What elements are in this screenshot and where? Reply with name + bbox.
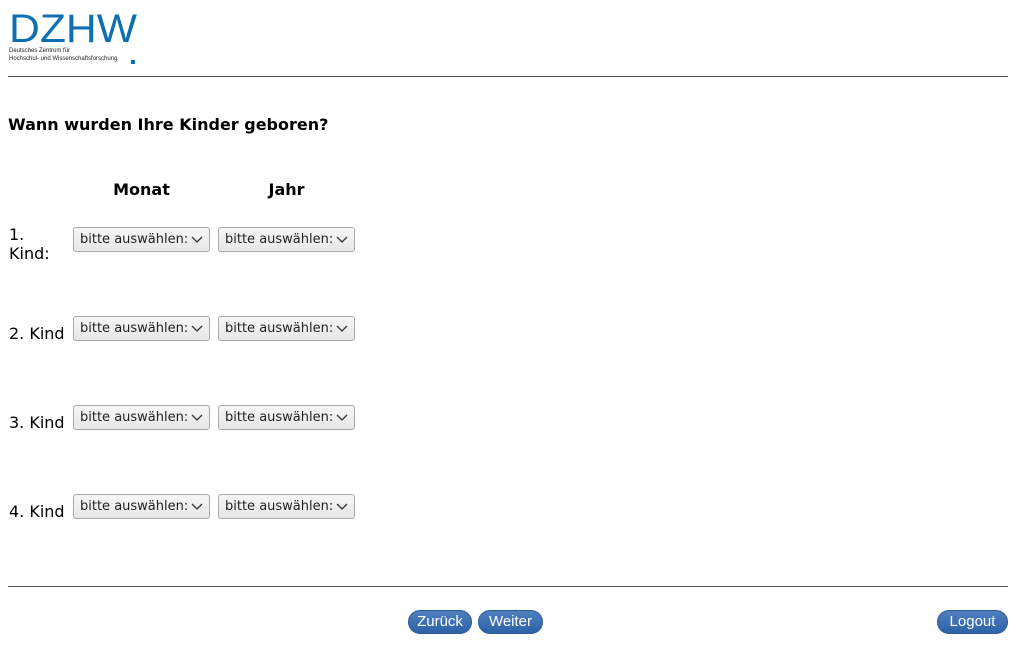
month-select-kind-3[interactable]: bitte auswählen: <box>73 405 210 430</box>
logo-subtitle-line2: Hochschul- und Wissenschaftsforschung <box>9 55 118 62</box>
select-value: bitte auswählen: <box>80 410 189 425</box>
column-header-month: Monat <box>113 180 170 199</box>
chevron-down-icon <box>336 325 348 332</box>
back-button[interactable]: Zurück <box>408 610 472 634</box>
row-label-kind-3: 3. Kind <box>9 413 65 432</box>
dzhw-logo: DZHW Deutsches Zentrum für Hochschul- un… <box>9 10 139 66</box>
chevron-down-icon <box>336 414 348 421</box>
year-select-kind-2[interactable]: bitte auswählen: <box>218 316 355 341</box>
top-divider <box>8 76 1008 77</box>
chevron-down-icon <box>191 236 203 243</box>
select-value: bitte auswählen: <box>225 410 334 425</box>
row-label-kind-1: 1. Kind: <box>9 225 50 263</box>
select-value: bitte auswählen: <box>80 232 189 247</box>
row-label-line2: Kind: <box>9 244 50 263</box>
year-select-kind-1[interactable]: bitte auswählen: <box>218 227 355 252</box>
year-select-kind-3[interactable]: bitte auswählen: <box>218 405 355 430</box>
question-text: Wann wurden Ihre Kinder geboren? <box>8 115 329 134</box>
select-value: bitte auswählen: <box>80 499 189 514</box>
chevron-down-icon <box>336 503 348 510</box>
select-value: bitte auswählen: <box>225 321 334 336</box>
month-select-kind-4[interactable]: bitte auswählen: <box>73 494 210 519</box>
logout-button[interactable]: Logout <box>937 610 1008 634</box>
select-value: bitte auswählen: <box>225 232 334 247</box>
chevron-down-icon <box>336 236 348 243</box>
column-header-year: Jahr <box>268 180 305 199</box>
year-select-kind-4[interactable]: bitte auswählen: <box>218 494 355 519</box>
chevron-down-icon <box>191 325 203 332</box>
svg-text:DZHW: DZHW <box>9 10 137 46</box>
chevron-down-icon <box>191 503 203 510</box>
bottom-divider <box>8 586 1008 587</box>
month-select-kind-1[interactable]: bitte auswählen: <box>73 227 210 252</box>
row-label-kind-4: 4. Kind <box>9 502 65 521</box>
logo-subtitle: Deutsches Zentrum für Hochschul- und Wis… <box>9 48 139 63</box>
chevron-down-icon <box>191 414 203 421</box>
logo-square-mark <box>131 60 135 64</box>
next-button[interactable]: Weiter <box>478 610 543 634</box>
row-label-line1: 1. <box>9 225 25 244</box>
select-value: bitte auswählen: <box>225 499 334 514</box>
select-value: bitte auswählen: <box>80 321 189 336</box>
row-label-kind-2: 2. Kind <box>9 324 65 343</box>
month-select-kind-2[interactable]: bitte auswählen: <box>73 316 210 341</box>
dzhw-wordmark: DZHW <box>9 10 137 46</box>
logo-subtitle-line1: Deutsches Zentrum für <box>9 48 71 54</box>
